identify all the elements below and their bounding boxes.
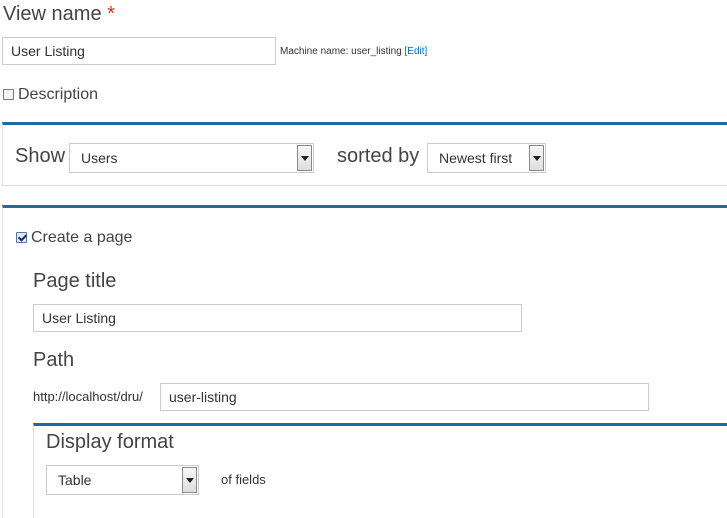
show-select[interactable]: Users xyxy=(69,143,314,173)
create-page-checkbox[interactable] xyxy=(16,232,27,243)
display-format-label: Display format xyxy=(46,431,174,453)
display-format-select-value: Table xyxy=(58,472,92,488)
display-format-select[interactable]: Table xyxy=(46,465,199,495)
machine-name-text: Machine name: user_listing xyxy=(280,46,402,57)
machine-name: Machine name: user_listing [Edit] xyxy=(280,46,428,57)
view-name-label: View name * xyxy=(3,3,115,25)
show-select-value: Users xyxy=(81,150,118,166)
description-label: Description xyxy=(18,86,99,103)
view-name-input[interactable] xyxy=(2,37,276,65)
required-asterisk: * xyxy=(107,3,115,25)
sorted-by-select-value: Newest first xyxy=(439,150,513,166)
chevron-down-icon xyxy=(297,145,312,171)
chevron-down-icon xyxy=(182,467,197,493)
description-checkbox[interactable] xyxy=(3,89,14,100)
chevron-down-icon xyxy=(529,145,544,171)
sorted-by-label: sorted by xyxy=(337,145,420,167)
path-label: Path xyxy=(33,349,75,371)
of-fields-label: of fields xyxy=(221,472,266,487)
machine-name-edit-link[interactable]: Edit xyxy=(407,46,424,57)
create-page-label: Create a page xyxy=(31,229,133,246)
sorted-by-select[interactable]: Newest first xyxy=(427,143,546,173)
show-label: Show xyxy=(15,145,66,167)
path-input[interactable] xyxy=(160,383,649,411)
page-title-input[interactable] xyxy=(33,304,522,332)
path-prefix: http://localhost/dru/ xyxy=(33,389,143,404)
page-title-label: Page title xyxy=(33,270,117,292)
